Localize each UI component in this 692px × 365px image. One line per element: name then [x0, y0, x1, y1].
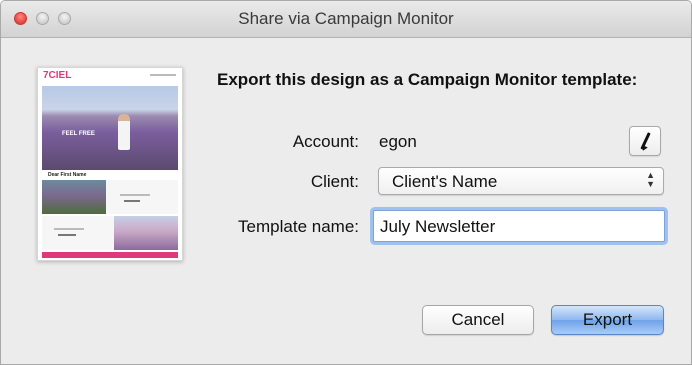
thumbnail-photo-1 [42, 180, 106, 214]
client-label: Client: [310, 172, 359, 191]
client-select[interactable]: Client's Name ▲ ▼ [378, 167, 664, 195]
thumbnail-hero-text: FEEL FREE [62, 131, 95, 137]
export-heading: Export this design as a Campaign Monitor… [217, 70, 638, 89]
thumbnail-logo: 7CIEL [43, 70, 72, 81]
thumbnail-footer [42, 252, 178, 258]
template-name-field[interactable]: July Newsletter [373, 210, 665, 242]
thumbnail-photo-2 [114, 216, 178, 250]
thumbnail-hero-image: FEEL FREE [42, 86, 178, 170]
thumbnail-greeting: Dear First Name [48, 172, 87, 178]
design-thumbnail: 7CIEL FEEL FREE Dear First Name [37, 67, 183, 261]
thumbnail-text-line [120, 194, 150, 196]
template-name-label: Template name: [238, 217, 359, 236]
share-dialog-window: Share via Campaign Monitor 7CIEL FEEL FR… [0, 0, 692, 365]
account-label: Account: [292, 132, 359, 151]
title-bar[interactable]: Share via Campaign Monitor [1, 1, 691, 38]
chevron-up-down-icon: ▲ ▼ [646, 170, 655, 189]
thumbnail-text-line [58, 234, 76, 236]
edit-account-button[interactable] [629, 126, 661, 156]
account-value: egon [379, 132, 417, 151]
thumbnail-header-line [150, 74, 176, 76]
export-button[interactable]: Export [551, 305, 664, 335]
thumbnail-hero-figure [118, 114, 130, 150]
thumbnail-text-line [124, 200, 140, 202]
template-name-value: July Newsletter [380, 217, 496, 236]
client-select-value: Client's Name [392, 172, 498, 191]
cancel-button[interactable]: Cancel [422, 305, 534, 335]
thumbnail-text-line [54, 228, 84, 230]
window-title: Share via Campaign Monitor [238, 9, 454, 28]
